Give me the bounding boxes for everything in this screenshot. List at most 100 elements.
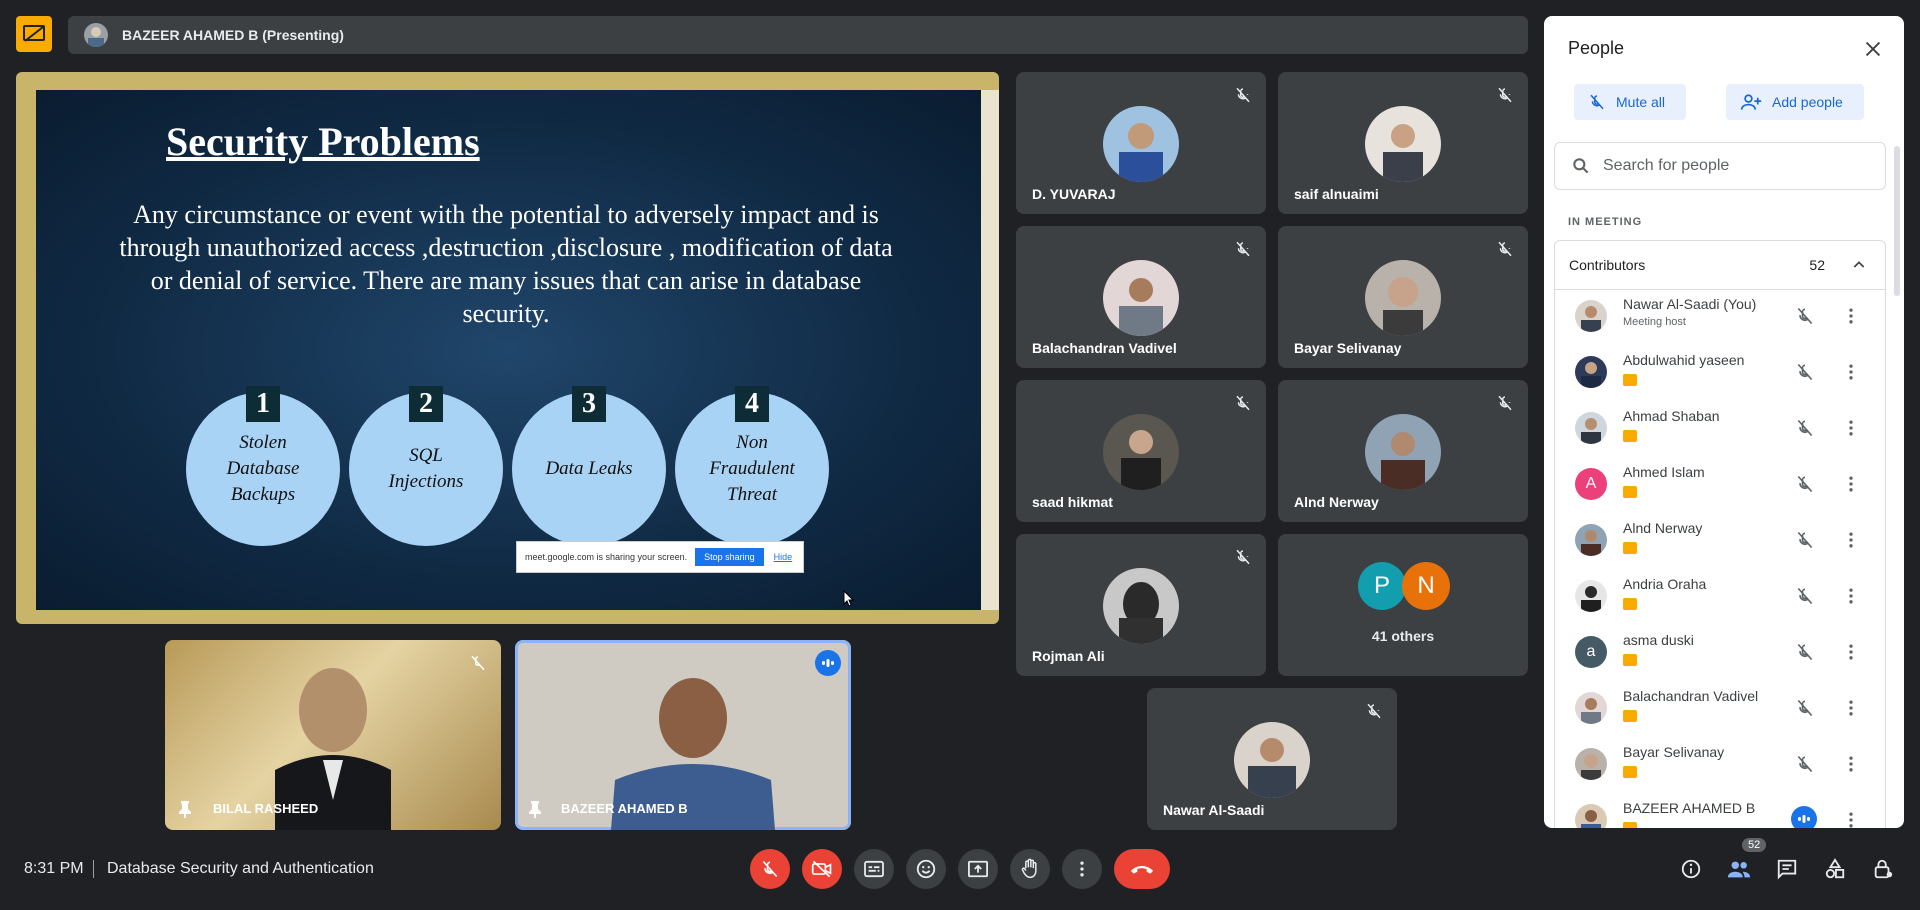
more-vert-icon[interactable] [1841,418,1861,438]
participant-avatar [1103,106,1179,182]
list-item[interactable]: Abdulwahid yaseen [1555,344,1885,400]
mic-off-icon[interactable] [1795,418,1815,438]
slide-body: Any circumstance or event with the poten… [119,200,893,328]
list-item[interactable]: Nawar Al-Saadi (You) Meeting host [1555,288,1885,344]
list-item[interactable]: Bayar Selivanay [1555,736,1885,792]
mute-all-button[interactable]: Mute all [1574,84,1686,120]
stop-sharing-button[interactable]: Stop sharing [695,548,764,566]
presentation-badge-icon [1623,654,1637,666]
scrollbar[interactable] [1894,146,1900,296]
share-banner-text: meet.google.com is sharing your screen. [525,552,688,562]
activities-button[interactable] [1822,856,1848,882]
participant-tile[interactable]: Rojman Ali [1016,534,1266,676]
pinned-video-tile[interactable]: BILAL RASHEED [165,640,501,830]
participant-name: saad hikmat [1032,494,1113,510]
list-item[interactable]: Alnd Nerway [1555,512,1885,568]
others-count: 41 others [1371,628,1435,644]
slide-item-number: 1 [246,386,280,422]
reactions-button[interactable] [906,849,946,889]
present-screen-icon [968,860,988,878]
list-item-name: Andria Oraha [1623,576,1707,592]
camera-toggle-button[interactable] [802,849,842,889]
mic-off-icon [471,655,485,671]
participant-tile[interactable]: saif alnuaimi [1278,72,1528,214]
mic-off-icon[interactable] [1795,642,1815,662]
presenter-avatar [84,23,108,47]
pin-icon[interactable] [177,800,193,818]
chevron-up-icon[interactable] [1851,257,1867,273]
list-item[interactable]: a asma duski [1555,624,1885,680]
avatar [1575,804,1607,828]
more-vert-icon[interactable] [1841,698,1861,718]
participant-tile[interactable]: D. YUVARAJ [1016,72,1266,214]
hide-link[interactable]: Hide [774,552,793,562]
search-field[interactable]: Search for people [1554,142,1886,190]
close-icon[interactable] [1862,38,1884,60]
chat-icon [1777,859,1797,880]
search-input[interactable]: Search for people [1603,157,1729,175]
meeting-details-button[interactable] [1678,856,1704,882]
more-vert-icon[interactable] [1841,362,1861,382]
presentation-badge-icon [1623,822,1637,828]
mic-off-icon[interactable] [1795,306,1815,326]
more-vert-icon[interactable] [1841,642,1861,662]
participant-tile[interactable]: saad hikmat [1016,380,1266,522]
more-vert-icon[interactable] [1841,810,1861,828]
list-item[interactable]: Ahmad Shaban [1555,400,1885,456]
presentation-badge-icon [1623,486,1637,498]
presentation-icon[interactable] [16,16,52,52]
more-vert-icon[interactable] [1841,530,1861,550]
leave-call-button[interactable] [1114,849,1170,889]
participant-avatar [1103,260,1179,336]
people-icon [1727,861,1751,878]
more-vert-icon[interactable] [1841,474,1861,494]
active-speaker-tile[interactable]: BAZEER AHAMED B [515,640,851,830]
list-item[interactable]: BAZEER AHAMED B [1555,792,1885,828]
list-item-name: Ahmad Shaban [1623,408,1720,424]
participant-tile[interactable]: Alnd Nerway [1278,380,1528,522]
mic-off-icon[interactable] [1795,698,1815,718]
mic-toggle-button[interactable] [750,849,790,889]
more-vert-icon[interactable] [1841,306,1861,326]
contributors-header[interactable]: Contributors 52 [1554,240,1886,290]
presenting-bar: BAZEER AHAMED B (Presenting) [68,16,1528,54]
presenting-label: BAZEER AHAMED B (Presenting) [122,27,344,43]
more-options-button[interactable] [1062,849,1102,889]
hang-up-icon [1130,865,1154,874]
camera-off-icon [811,860,832,878]
mic-off-icon [1498,87,1512,103]
mic-off-icon[interactable] [1795,362,1815,382]
captions-button[interactable] [854,849,894,889]
participant-tile[interactable]: Bayar Selivanay [1278,226,1528,368]
raise-hand-button[interactable] [1010,849,1050,889]
people-count-badge: 52 [1742,838,1767,852]
contributors-count: 52 [1809,257,1825,273]
avatar [1575,524,1607,556]
mic-off-icon[interactable] [1795,754,1815,774]
list-item-name: asma duski [1623,632,1694,648]
panel-title: People [1568,38,1625,58]
more-vert-icon [1080,861,1084,877]
people-button[interactable] [1726,856,1752,882]
slide-item-label: Data Leaks [545,458,633,479]
list-item[interactable]: Balachandran Vadivel [1555,680,1885,736]
self-tile[interactable]: Nawar Al-Saadi [1147,688,1397,830]
meeting-title: Database Security and Authentication [107,860,374,877]
list-item[interactable]: Andria Oraha [1555,568,1885,624]
host-controls-button[interactable] [1870,856,1896,882]
mic-off-icon[interactable] [1795,474,1815,494]
chat-button[interactable] [1774,856,1800,882]
presentation-badge-icon [1623,542,1637,554]
list-item-name: Balachandran Vadivel [1623,688,1759,704]
more-vert-icon[interactable] [1841,586,1861,606]
add-people-button[interactable]: Add people [1726,84,1864,120]
others-tile[interactable]: P N 41 others [1278,534,1528,676]
list-item[interactable]: A Ahmed Islam [1555,456,1885,512]
mic-off-icon[interactable] [1795,530,1815,550]
mic-off-icon[interactable] [1795,586,1815,606]
pin-icon[interactable] [527,800,543,818]
present-button[interactable] [958,849,998,889]
more-vert-icon[interactable] [1841,754,1861,774]
participant-avatar [1365,106,1441,182]
participant-tile[interactable]: Balachandran Vadivel [1016,226,1266,368]
